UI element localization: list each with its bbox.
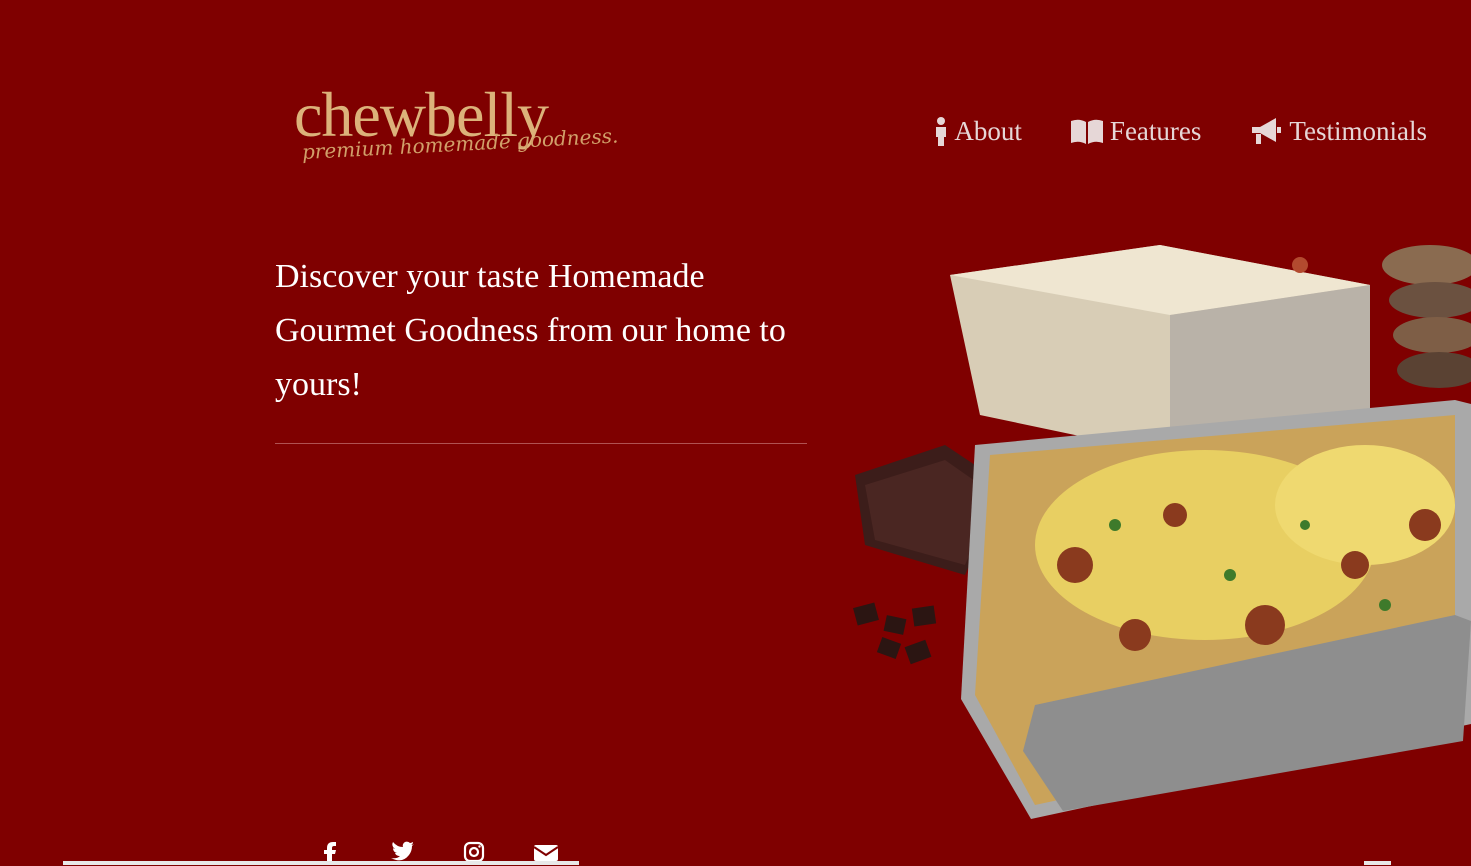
hero-food-image xyxy=(845,225,1471,825)
nav-label-about: About xyxy=(954,116,1022,146)
nav-item-about[interactable]: About xyxy=(934,114,1022,148)
person-icon xyxy=(934,116,948,146)
nav-item-features[interactable]: Features xyxy=(1070,114,1201,148)
bottom-divider xyxy=(63,861,579,865)
brand-logo[interactable]: chewbelly premium homemade goodness. xyxy=(290,80,620,180)
book-open-icon xyxy=(1070,117,1104,145)
nav-label-features: Features xyxy=(1109,116,1202,146)
hero-headline: Discover your taste Homemade Gourmet Goo… xyxy=(275,258,786,403)
hero-divider xyxy=(275,443,807,444)
top-navigation: About Features Testimonials xyxy=(934,114,1427,148)
nav-label-testimonials: Testimonials xyxy=(1289,116,1427,146)
megaphone-icon xyxy=(1249,117,1283,145)
bottom-scroll-marker xyxy=(1364,861,1391,865)
nav-item-testimonials[interactable]: Testimonials xyxy=(1249,114,1427,148)
